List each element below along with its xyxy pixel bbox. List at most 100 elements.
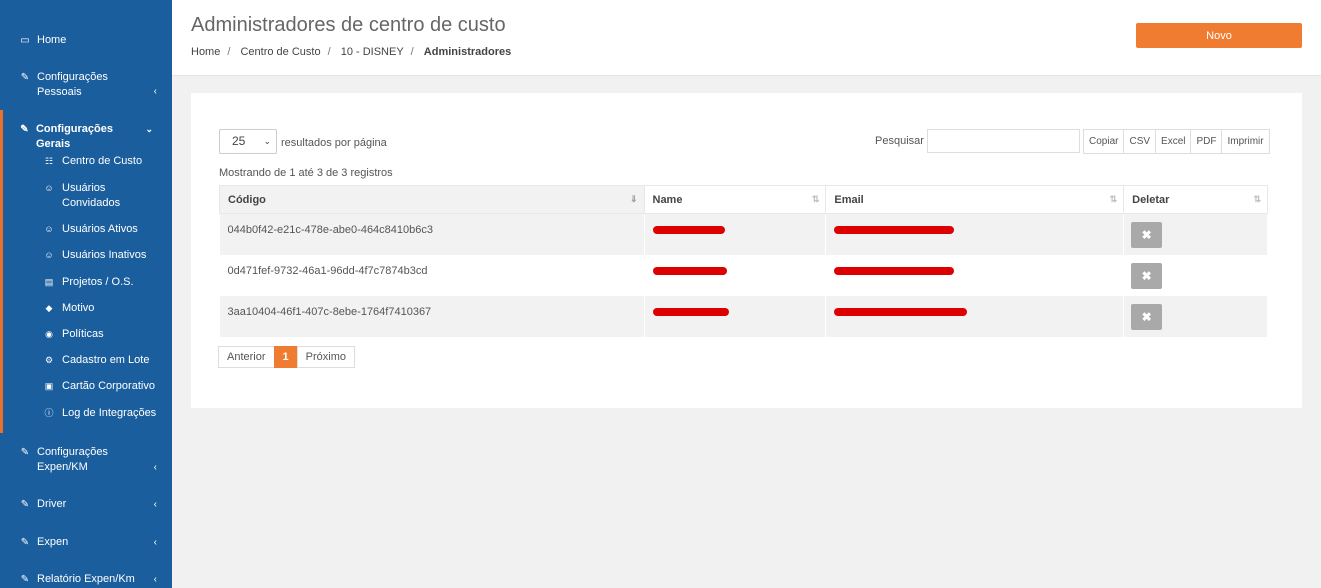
sidebar-subitem-motivo[interactable]: ◆ Motivo <box>0 301 172 316</box>
breadcrumb-disney[interactable]: 10 - DISNEY <box>341 46 404 58</box>
column-header-label: Código <box>228 193 266 206</box>
sidebar-item-configuracoes-pessoais[interactable]: ✎ Configurações Pessoais ‹ <box>0 70 172 100</box>
edit-icon: ✎ <box>20 124 29 135</box>
column-header-deletar[interactable]: Deletar ⇅ <box>1123 185 1268 214</box>
sidebar-subitem-label: Políticas <box>62 328 104 340</box>
sidebar-subitem-label: Usuários Inativos <box>62 249 147 261</box>
csv-button[interactable]: CSV <box>1123 129 1157 154</box>
cell-codigo: 3aa10404-46f1-407c-8ebe-1764f7410367 <box>219 295 645 337</box>
sidebar-subitem-label: Cadastro em Lote <box>62 354 150 366</box>
sidebar-subitem-label: Motivo <box>62 302 95 314</box>
excel-button[interactable]: Excel <box>1155 129 1192 154</box>
pagination-previous[interactable]: Anterior <box>218 346 275 368</box>
policy-icon: ◉ <box>45 329 53 339</box>
breadcrumb-separator: / <box>227 46 231 58</box>
redaction-mark <box>652 266 727 275</box>
sidebar-item-configuracoes-gerais[interactable]: ✎ Configurações Gerais ⌄ <box>0 122 172 152</box>
sidebar-item-label: Expen <box>37 536 69 548</box>
sidebar-item-configuracoes-expen-km[interactable]: ✎ Configurações Expen/KM ‹ <box>0 445 172 475</box>
column-header-label: Email <box>834 193 864 206</box>
breadcrumb-current: Administradores <box>423 46 512 58</box>
delete-button[interactable]: ✖ <box>1131 303 1163 330</box>
sidebar-subitem-politicas[interactable]: ◉ Políticas <box>0 327 172 342</box>
column-header-label: Deletar <box>1132 193 1170 206</box>
sort-asc-icon: ⇓ <box>629 194 638 204</box>
pagination: Anterior 1 Próximo <box>218 346 355 368</box>
column-header-codigo[interactable]: Código ⇓ <box>219 185 645 214</box>
pdf-button[interactable]: PDF <box>1190 129 1223 154</box>
sidebar-item-driver[interactable]: ✎ Driver ‹ <box>0 497 172 512</box>
sidebar-subitem-label: Projetos / O.S. <box>62 276 134 288</box>
cell-name-redacted <box>644 295 827 337</box>
chevron-left-icon: ‹ <box>153 499 157 510</box>
cell-email-redacted <box>825 254 1125 296</box>
sidebar-subitem-cartao-corporativo[interactable]: ▣ Cartão Corporativo <box>0 379 172 394</box>
admin-table: Código ⇓ Name ⇅ Email ⇅ Deletar ⇅ 044b0f42-e… <box>219 185 1268 337</box>
sort-icon: ⇅ <box>1109 194 1118 204</box>
users-icon: ☺ <box>44 183 54 193</box>
sidebar-subitem-usuarios-ativos[interactable]: ☺ Usuários Ativos <box>0 222 172 237</box>
edit-icon: ✎ <box>20 537 30 548</box>
breadcrumb-home[interactable]: Home <box>191 46 220 58</box>
sidebar: ▭ Home ✎ Configurações Pessoais ‹ ✎ Conf… <box>0 0 172 588</box>
column-header-email[interactable]: Email ⇅ <box>825 185 1125 214</box>
sidebar-item-label: Configurações Pessoais <box>37 71 108 98</box>
info-icon: ⓘ <box>44 408 54 418</box>
cell-delete: ✖ <box>1123 254 1268 296</box>
column-header-label: Name <box>652 193 683 206</box>
tag-icon: ◆ <box>45 303 53 313</box>
laptop-icon: ▭ <box>20 35 30 46</box>
copy-button[interactable]: Copiar <box>1083 129 1125 154</box>
pagination-page-1[interactable]: 1 <box>273 346 298 368</box>
breadcrumb-separator: / <box>327 46 331 58</box>
page-length-value: 25 <box>232 134 246 148</box>
credit-card-icon: ▣ <box>44 381 54 391</box>
table-row: 3aa10404-46f1-407c-8ebe-1764f7410367 ✖ <box>219 295 1268 337</box>
cell-codigo: 0d471fef-9732-46a1-96dd-4f7c7874b3cd <box>219 254 645 296</box>
redaction-mark <box>834 307 968 316</box>
column-header-name[interactable]: Name ⇅ <box>643 185 827 214</box>
delete-button[interactable]: ✖ <box>1131 222 1163 248</box>
cell-name-redacted <box>644 254 827 296</box>
sidebar-subitem-label: Cartão Corporativo <box>62 380 155 392</box>
delete-button[interactable]: ✖ <box>1131 262 1163 289</box>
chevron-left-icon: ‹ <box>153 574 157 585</box>
breadcrumb-centro-de-custo[interactable]: Centro de Custo <box>240 46 320 58</box>
page-header: Administradores de centro de custo Home /… <box>172 0 1321 76</box>
sidebar-subitem-cadastro-em-lote[interactable]: ⚙ Cadastro em Lote <box>0 353 172 368</box>
sidebar-item-label: Configurações Gerais <box>35 123 113 150</box>
list-icon: ▤ <box>44 277 54 287</box>
cell-email-redacted <box>825 213 1125 255</box>
search-input[interactable] <box>927 129 1080 153</box>
sidebar-subitem-label: Log de Integrações <box>62 407 157 419</box>
sort-icon: ⇅ <box>811 194 820 204</box>
page-length-select[interactable]: 25 ⌄ <box>219 129 277 154</box>
sitemap-icon: ☷ <box>44 156 54 166</box>
breadcrumb: Home / Centro de Custo / 10 - DISNEY / Admi… <box>191 46 511 58</box>
pagination-next[interactable]: Próximo <box>296 346 355 368</box>
chevron-down-icon: ⌄ <box>145 124 153 134</box>
print-button[interactable]: Imprimir <box>1221 129 1270 154</box>
sidebar-subitem-log-de-integracoes[interactable]: ⓘ Log de Integrações <box>0 406 172 421</box>
sidebar-item-expen[interactable]: ✎ Expen ‹ <box>0 535 172 550</box>
cell-name-redacted <box>644 213 827 255</box>
sidebar-subitem-projetos[interactable]: ▤ Projetos / O.S. <box>0 275 172 290</box>
new-button[interactable]: Novo <box>1136 23 1302 48</box>
chevron-left-icon: ‹ <box>153 462 157 473</box>
redaction-mark <box>834 266 955 275</box>
sidebar-subitem-usuarios-inativos[interactable]: ☺ Usuários Inativos <box>0 248 172 263</box>
sidebar-subitem-label: Usuários Ativos <box>62 223 138 235</box>
sidebar-subitem-usuarios-convidados[interactable]: ☺ Usuários Convidados <box>0 181 172 211</box>
users-icon: ☺ <box>44 224 54 234</box>
table-row: 0d471fef-9732-46a1-96dd-4f7c7874b3cd ✖ <box>219 254 1268 296</box>
sidebar-item-label: Configurações Expen/KM <box>37 446 108 473</box>
sidebar-subitem-centro-de-custo[interactable]: ☷ Centro de Custo <box>0 154 172 169</box>
chevron-left-icon: ‹ <box>153 86 157 97</box>
close-icon: ✖ <box>1141 228 1152 242</box>
sidebar-item-home[interactable]: ▭ Home <box>0 33 172 48</box>
sidebar-item-relatorio-expen-km[interactable]: ✎ Relatório Expen/Km ‹ <box>0 572 172 587</box>
edit-icon: ✎ <box>20 499 30 510</box>
export-buttons: Copiar CSV Excel PDF Imprimir <box>1083 129 1270 154</box>
page-length-label: resultados por página <box>281 137 387 149</box>
sidebar-subitem-label: Usuários Convidados <box>62 182 121 209</box>
